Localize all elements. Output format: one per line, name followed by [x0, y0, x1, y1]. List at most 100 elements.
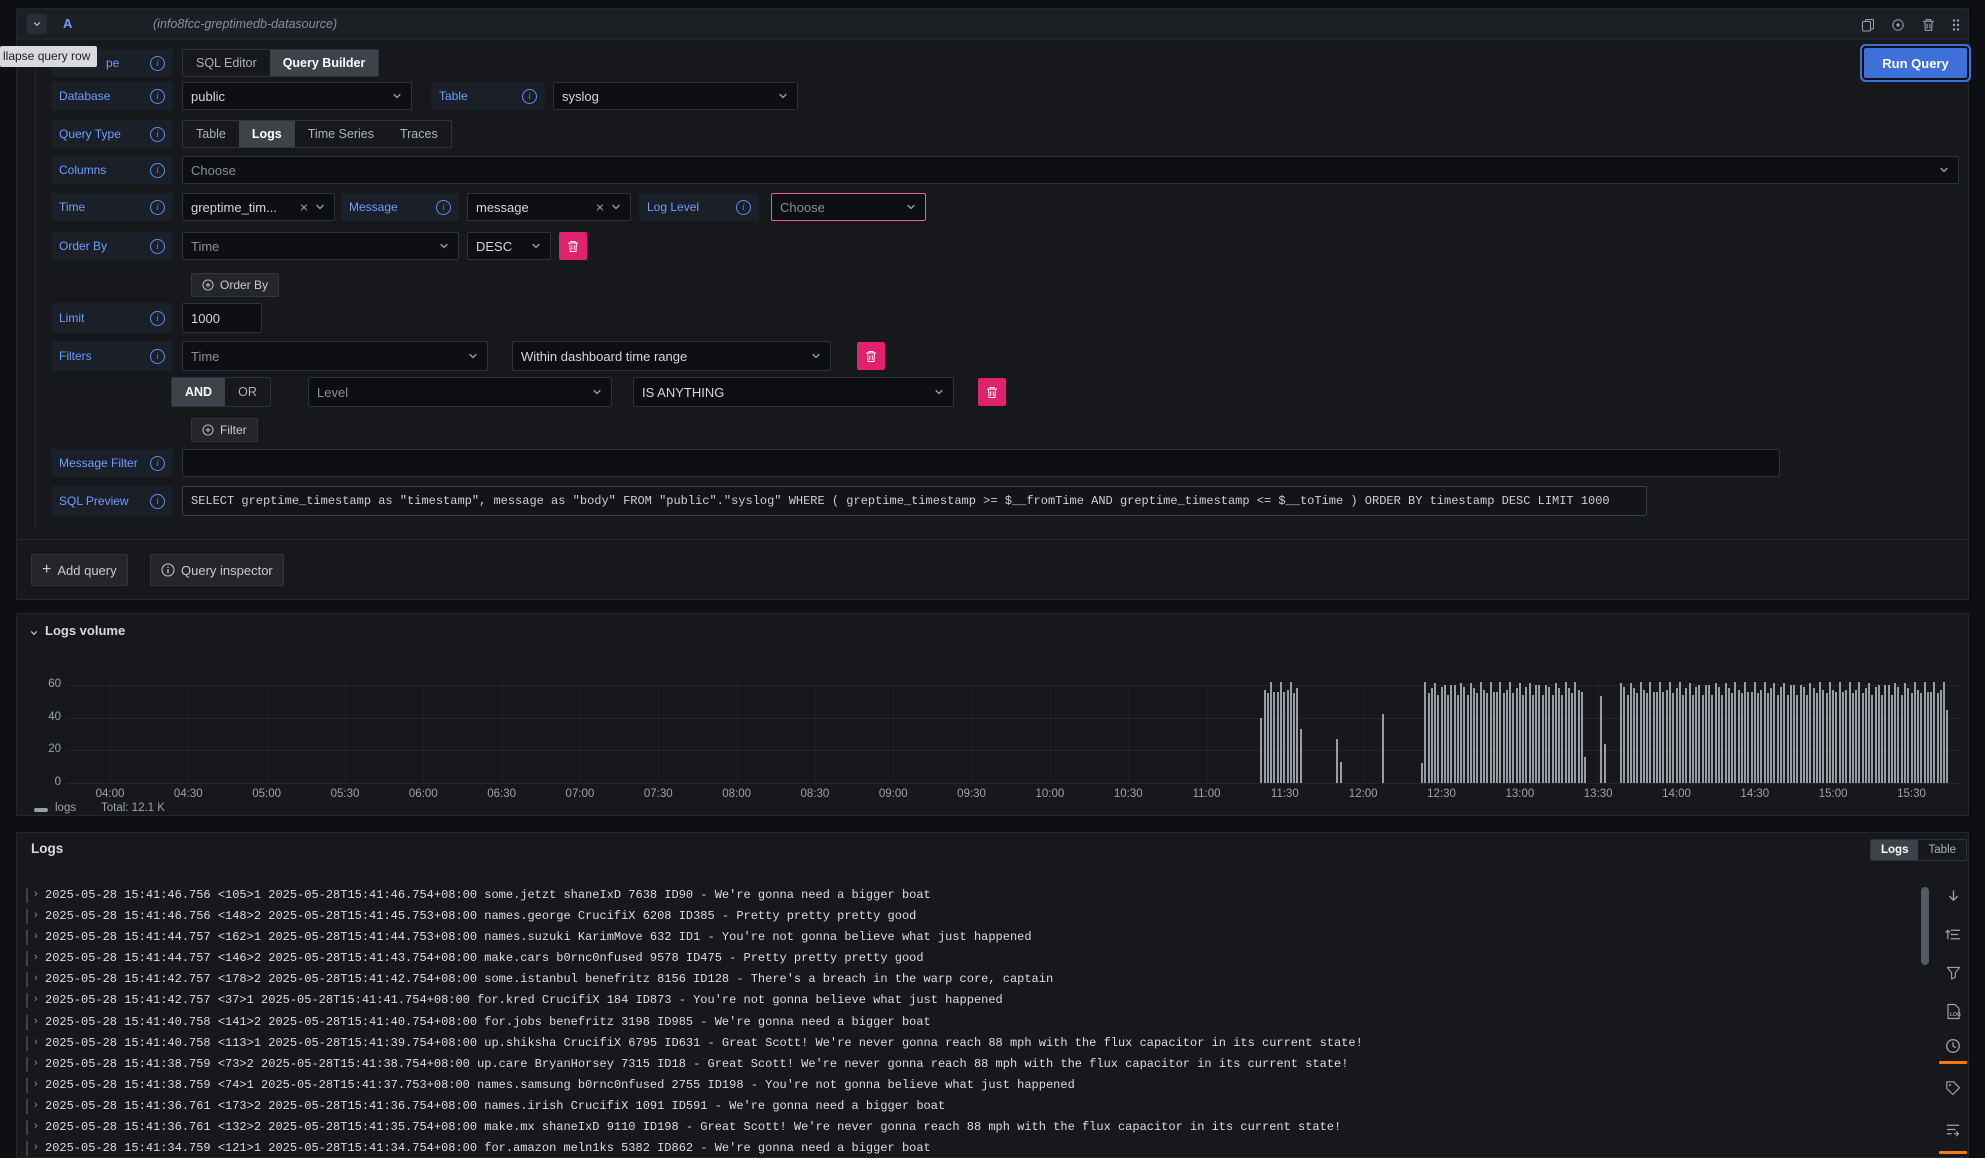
- logs-volume-bar[interactable]: [1927, 692, 1929, 784]
- logs-volume-bar[interactable]: [1437, 695, 1439, 783]
- logs-volume-bar[interactable]: [1283, 692, 1285, 784]
- logs-volume-bar[interactable]: [1571, 693, 1573, 783]
- table-select[interactable]: syslog: [553, 82, 798, 110]
- expand-log-chevron-icon[interactable]: ›: [34, 1099, 38, 1111]
- logs-volume-bar[interactable]: [1264, 690, 1266, 783]
- expand-log-chevron-icon[interactable]: ›: [34, 909, 38, 921]
- logs-volume-bar[interactable]: [1767, 693, 1769, 783]
- info-icon[interactable]: i: [150, 200, 165, 215]
- logs-volume-bar[interactable]: [1280, 682, 1282, 783]
- query-type-table[interactable]: Table: [183, 121, 239, 147]
- logs-volume-bar[interactable]: [1770, 688, 1772, 783]
- logs-volume-bar[interactable]: [1682, 695, 1684, 783]
- unique-labels-tag-icon[interactable]: [1943, 1078, 1963, 1098]
- log-details-file-icon[interactable]: LOG: [1943, 1001, 1963, 1021]
- log-row[interactable]: ›2025-05-28 15:41:38.759 <73>2 2025-05-2…: [17, 1054, 1907, 1075]
- logs-volume-bar[interactable]: [1757, 693, 1759, 783]
- logs-volume-bar[interactable]: [1578, 690, 1580, 783]
- filter2-field-select[interactable]: Level: [308, 377, 612, 407]
- logs-volume-bar[interactable]: [1813, 688, 1815, 783]
- expand-log-chevron-icon[interactable]: ›: [34, 1015, 38, 1027]
- logs-volume-bar[interactable]: [1829, 682, 1831, 783]
- logs-volume-bar[interactable]: [1741, 693, 1743, 783]
- logs-volume-bar[interactable]: [1793, 685, 1795, 783]
- collapse-query-row-button[interactable]: [27, 14, 47, 34]
- show-time-clock-icon[interactable]: [1943, 1036, 1963, 1056]
- logs-volume-bar[interactable]: [1937, 693, 1939, 783]
- logs-volume-bar[interactable]: [1584, 757, 1586, 783]
- logs-volume-bar[interactable]: [1744, 682, 1746, 783]
- logs-volume-bar[interactable]: [1842, 692, 1844, 784]
- logs-volume-bar[interactable]: [1855, 690, 1857, 783]
- logs-volume-bar[interactable]: [1444, 685, 1446, 783]
- order-by-field-select[interactable]: Time: [182, 232, 459, 260]
- logs-volume-bar[interactable]: [1711, 695, 1713, 783]
- logs-volume-bar[interactable]: [1506, 690, 1508, 783]
- add-filter-button[interactable]: Filter: [191, 418, 258, 442]
- logs-volume-bar[interactable]: [1760, 690, 1762, 783]
- logs-volume-bar[interactable]: [1493, 692, 1495, 784]
- logs-volume-bar[interactable]: [1930, 692, 1932, 784]
- logs-volume-bar[interactable]: [1296, 688, 1298, 783]
- logs-volume-bar[interactable]: [1738, 690, 1740, 783]
- expand-log-chevron-icon[interactable]: ›: [34, 1036, 38, 1048]
- logs-volume-bar[interactable]: [1839, 682, 1841, 783]
- logs-volume-bar[interactable]: [1542, 695, 1544, 783]
- logs-volume-bar[interactable]: [1904, 683, 1906, 783]
- remove-query-trash-icon[interactable]: [1919, 16, 1937, 34]
- logs-volume-bar[interactable]: [1270, 682, 1272, 783]
- logs-volume-bar[interactable]: [1920, 693, 1922, 783]
- logs-volume-bar[interactable]: [1561, 695, 1563, 783]
- filter1-field-select[interactable]: Time: [182, 341, 488, 371]
- logs-volume-bar[interactable]: [1454, 685, 1456, 783]
- logs-volume-bar[interactable]: [1734, 682, 1736, 783]
- logs-volume-bar[interactable]: [1340, 762, 1342, 783]
- logs-volume-bar[interactable]: [1901, 695, 1903, 783]
- logs-volume-bar[interactable]: [1685, 688, 1687, 783]
- logs-volume-bar[interactable]: [1747, 692, 1749, 784]
- logs-volume-bar[interactable]: [1565, 682, 1567, 783]
- logs-volume-bar[interactable]: [1267, 693, 1269, 783]
- logs-volume-bar[interactable]: [1428, 693, 1430, 783]
- expand-log-chevron-icon[interactable]: ›: [34, 930, 38, 942]
- logs-volume-bar[interactable]: [1558, 688, 1560, 783]
- logs-volume-bar[interactable]: [1512, 693, 1514, 783]
- logs-volume-bar[interactable]: [1421, 763, 1423, 783]
- info-icon[interactable]: i: [150, 494, 165, 509]
- expand-log-chevron-icon[interactable]: ›: [34, 993, 38, 1005]
- logs-volume-bar[interactable]: [1450, 685, 1452, 783]
- expand-log-chevron-icon[interactable]: ›: [34, 951, 38, 963]
- info-icon[interactable]: i: [522, 89, 537, 104]
- info-icon[interactable]: i: [436, 200, 451, 215]
- logs-volume-bar[interactable]: [1787, 695, 1789, 783]
- logs-volume-bar[interactable]: [1447, 695, 1449, 783]
- oldest-first-sort-icon[interactable]: [1943, 924, 1963, 944]
- logs-volume-bar[interactable]: [1336, 739, 1338, 783]
- logs-volume-bar[interactable]: [1636, 693, 1638, 783]
- logs-volume-bar[interactable]: [1875, 687, 1877, 783]
- logs-volume-bar[interactable]: [1806, 695, 1808, 783]
- log-row[interactable]: ›2025-05-28 15:41:36.761 <173>2 2025-05-…: [17, 1096, 1907, 1117]
- logs-volume-bar[interactable]: [1666, 690, 1668, 783]
- logs-volume-bar[interactable]: [1555, 683, 1557, 783]
- logs-volume-bar[interactable]: [1649, 682, 1651, 783]
- info-icon[interactable]: i: [150, 311, 165, 326]
- logs-volume-bar[interactable]: [1780, 687, 1782, 783]
- log-row[interactable]: ›2025-05-28 15:41:40.758 <141>2 2025-05-…: [17, 1012, 1907, 1033]
- logs-volume-bar[interactable]: [1777, 695, 1779, 783]
- logs-volume-bar[interactable]: [1287, 690, 1289, 783]
- logs-volume-bar[interactable]: [1548, 687, 1550, 783]
- logs-volume-bar[interactable]: [1751, 692, 1753, 784]
- expand-log-chevron-icon[interactable]: ›: [34, 1120, 38, 1132]
- log-row[interactable]: ›2025-05-28 15:41:44.757 <162>1 2025-05-…: [17, 927, 1907, 948]
- info-icon[interactable]: i: [150, 163, 165, 178]
- logs-volume-bar[interactable]: [1862, 693, 1864, 783]
- logs-volume-bar[interactable]: [1490, 682, 1492, 783]
- logs-volume-bar[interactable]: [1480, 682, 1482, 783]
- query-type-time-series[interactable]: Time Series: [295, 121, 387, 147]
- logs-volume-bar[interactable]: [1933, 682, 1935, 783]
- logs-volume-bar[interactable]: [1529, 683, 1531, 783]
- database-select[interactable]: public: [182, 82, 412, 110]
- logs-volume-bar[interactable]: [1620, 683, 1622, 783]
- logs-volume-bar[interactable]: [1545, 685, 1547, 783]
